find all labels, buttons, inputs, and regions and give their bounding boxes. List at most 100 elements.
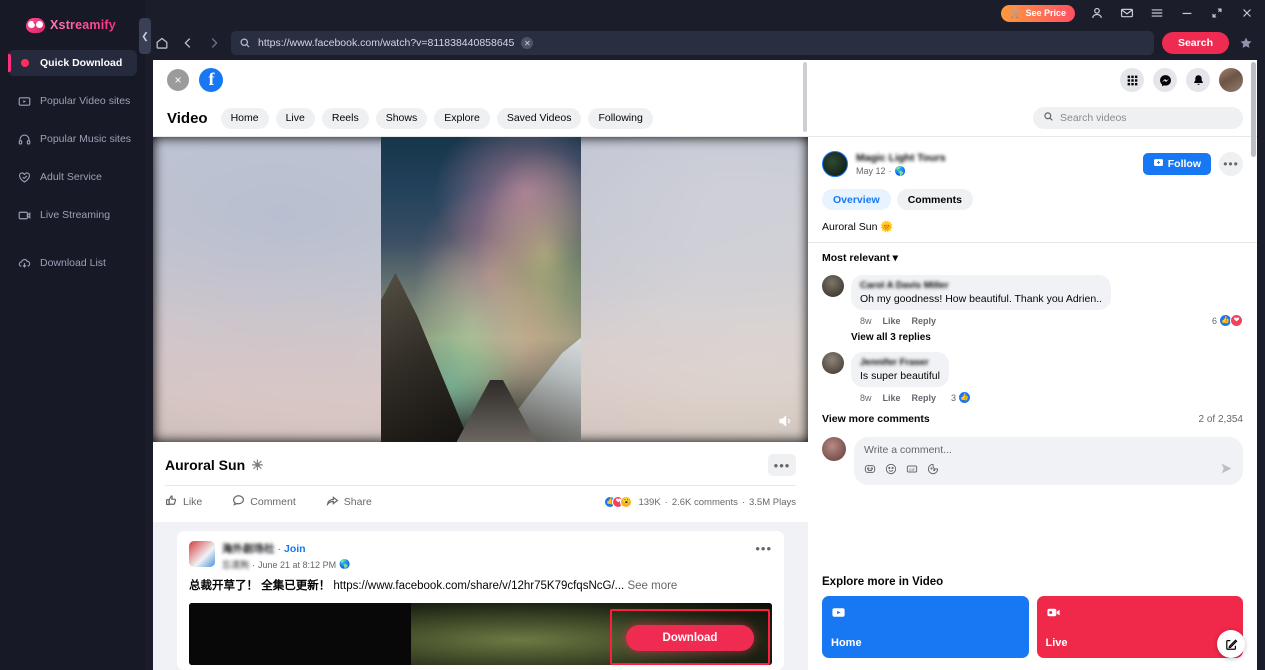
emoji-icon[interactable] (885, 462, 897, 480)
like-button[interactable]: Like (165, 494, 202, 510)
post-text-link[interactable]: https://www.facebook.com/share/v/12hr75K… (333, 580, 624, 592)
avatar[interactable] (822, 352, 844, 374)
url-text: https://www.facebook.com/watch?v=8118384… (258, 37, 515, 49)
related-post-page[interactable]: 海外剧场社 · Join (222, 541, 350, 556)
sidebar-item-download-list[interactable]: Download List (8, 250, 137, 276)
home-icon[interactable] (153, 34, 171, 52)
sidebar-item-quick-download[interactable]: Quick Download (8, 50, 137, 76)
tab-home[interactable]: Home (220, 107, 269, 129)
messenger-icon[interactable] (1153, 68, 1177, 92)
facebook-logo-icon[interactable] (199, 68, 223, 92)
sidebar-item-adult-service[interactable]: Adult Service (8, 164, 137, 190)
related-post-text: 总裁开草了！ 全集已更新！ https://www.facebook.com/s… (189, 578, 772, 595)
comment-item: Jennifer Fraser Is super beautiful 8w Li… (808, 347, 1257, 404)
sidebar-item-label: Popular Video sites (40, 95, 131, 107)
avatar[interactable] (822, 437, 846, 461)
send-icon[interactable] (1220, 462, 1233, 480)
video-player[interactable] (153, 137, 808, 442)
comment-like-button[interactable]: Like (883, 316, 901, 326)
notifications-bell-icon[interactable] (1186, 68, 1210, 92)
comment-reactions[interactable]: 3 👍 (951, 391, 972, 404)
comment-input[interactable]: Write a comment... GIF (854, 437, 1243, 485)
tab-explore[interactable]: Explore (434, 107, 490, 129)
search-videos-input[interactable]: Search videos (1033, 107, 1243, 129)
explore-card-home[interactable]: Home (822, 596, 1029, 658)
comment-bubble: Jennifer Fraser Is super beautiful (851, 352, 949, 387)
tab-saved-videos[interactable]: Saved Videos (496, 107, 582, 129)
profile-avatar[interactable] (1219, 68, 1243, 92)
join-link[interactable]: Join (284, 543, 306, 555)
post-date: May 12 (856, 166, 886, 176)
follow-plus-icon (1153, 157, 1164, 171)
author-name[interactable]: Magic Light Tours (856, 152, 946, 164)
restore-icon[interactable] (1209, 5, 1225, 21)
sidebar-item-live-streaming[interactable]: Live Streaming (8, 202, 137, 228)
close-icon[interactable]: × (167, 69, 189, 91)
sidebar-collapse-toggle[interactable]: ❮ (139, 18, 151, 54)
forward-arrow-icon[interactable] (205, 34, 223, 52)
tab-shows[interactable]: Shows (375, 107, 428, 129)
commenter-name[interactable]: Carol A Davis Miller (860, 280, 1102, 291)
sidebar-item-label: Popular Music sites (40, 133, 132, 145)
view-replies-link[interactable]: View all 3 replies (851, 327, 1243, 343)
avatar[interactable] (822, 275, 844, 297)
account-icon[interactable] (1089, 5, 1105, 21)
compose-edit-icon[interactable] (1217, 630, 1245, 658)
facebook-topbar: × (153, 60, 1257, 100)
explore-card-live[interactable]: Live (1036, 596, 1243, 658)
back-arrow-icon[interactable] (179, 34, 197, 52)
related-post-more-button[interactable]: ••• (755, 541, 772, 556)
love-reaction-icon: ❤ (1230, 314, 1243, 327)
engagement-stats[interactable]: 👍 ❤ 😮 139K · 2.6K comments · 3.5M Plays (604, 496, 796, 508)
page-scrollbar[interactable] (1251, 62, 1256, 157)
grid-apps-icon[interactable] (1120, 68, 1144, 92)
tab-following[interactable]: Following (588, 107, 653, 129)
comment-input-placeholder: Write a comment... (864, 444, 952, 456)
see-price-button[interactable]: 🛒 See Price (1001, 4, 1075, 22)
tab-live[interactable]: Live (275, 107, 315, 129)
stat-separator: · (664, 496, 668, 508)
author-avatar[interactable] (822, 151, 848, 177)
tab-overview[interactable]: Overview (822, 189, 891, 210)
search-button[interactable]: Search (1161, 32, 1229, 54)
page-avatar[interactable] (189, 541, 215, 567)
gif-icon[interactable]: GIF (906, 462, 918, 480)
feed-scrollbar[interactable] (803, 62, 807, 132)
comment-reply-button[interactable]: Reply (912, 393, 937, 403)
related-post-media[interactable]: Download (189, 602, 772, 665)
reactions-count: 139K (638, 496, 661, 508)
details-column: Magic Light Tours May 12 · 🌎 Follow ••• … (808, 137, 1257, 670)
author-more-button[interactable]: ••• (1219, 152, 1243, 176)
clear-icon[interactable]: ✕ (521, 37, 534, 49)
minimize-icon[interactable] (1179, 5, 1195, 21)
view-more-comments-link[interactable]: View more comments (822, 413, 930, 425)
author-row: Magic Light Tours May 12 · 🌎 Follow ••• (822, 151, 1243, 177)
sidebar-item-popular-music-sites[interactable]: Popular Music sites (8, 126, 137, 152)
video-more-button[interactable]: ••• (768, 454, 796, 476)
star-icon[interactable] (1237, 34, 1255, 52)
tab-reels[interactable]: Reels (321, 107, 369, 129)
see-more-link[interactable]: See more (627, 580, 677, 592)
comment-reply-button[interactable]: Reply (912, 316, 937, 326)
comments-sort-dropdown[interactable]: Most relevant ▾ (808, 243, 1257, 270)
sidebar-item-popular-video-sites[interactable]: Popular Video sites (8, 88, 137, 114)
comment-body: Carol A Davis Miller Oh my goodness! How… (851, 275, 1243, 343)
volume-icon[interactable] (776, 412, 794, 430)
url-input[interactable]: https://www.facebook.com/watch?v=8118384… (231, 31, 1154, 55)
close-icon[interactable] (1239, 5, 1255, 21)
comment-reactions[interactable]: 6 👍 ❤ (1212, 314, 1243, 327)
menu-icon[interactable] (1149, 5, 1165, 21)
commenter-name[interactable]: Jennifer Fraser (860, 357, 940, 368)
sticker-icon[interactable] (927, 462, 939, 480)
mail-icon[interactable] (1119, 5, 1135, 21)
like-reaction-icon: 👍 (958, 391, 972, 404)
avatar-sticker-icon[interactable] (864, 462, 876, 480)
comment-bubble: Carol A Davis Miller Oh my goodness! How… (851, 275, 1112, 310)
follow-button[interactable]: Follow (1142, 153, 1211, 175)
share-button[interactable]: Share (326, 494, 372, 510)
video-column: Auroral Sun ☀ ••• Like Comment Share 👍 ❤… (153, 137, 808, 670)
comment-button[interactable]: Comment (232, 494, 296, 510)
tab-comments[interactable]: Comments (896, 189, 973, 210)
comment-like-button[interactable]: Like (883, 393, 901, 403)
download-button[interactable]: Download (626, 624, 754, 651)
